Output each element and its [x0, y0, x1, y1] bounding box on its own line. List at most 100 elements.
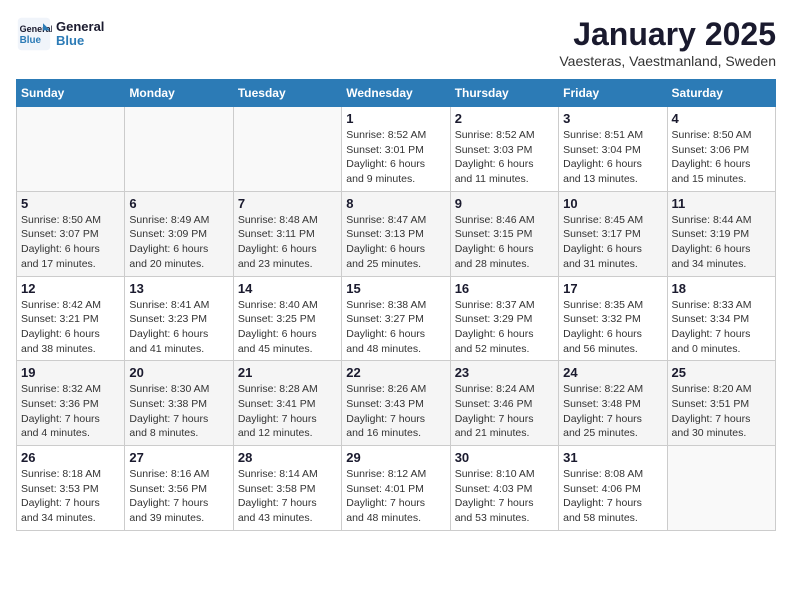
day-info: Sunrise: 8:41 AMSunset: 3:23 PMDaylight:…: [129, 298, 228, 357]
calendar-day-4: 4 Sunrise: 8:50 AMSunset: 3:06 PMDaylight…: [667, 107, 775, 192]
day-info: Sunrise: 8:16 AMSunset: 3:56 PMDaylight:…: [129, 467, 228, 526]
day-number: 5: [21, 196, 120, 211]
day-number: 12: [21, 281, 120, 296]
calendar-day-13: 13 Sunrise: 8:41 AMSunset: 3:23 PMDayligh…: [125, 276, 233, 361]
day-number: 3: [563, 111, 662, 126]
calendar-day-8: 8 Sunrise: 8:47 AMSunset: 3:13 PMDaylight…: [342, 191, 450, 276]
calendar-empty-cell: [667, 446, 775, 531]
day-number: 7: [238, 196, 337, 211]
day-number: 20: [129, 365, 228, 380]
day-info: Sunrise: 8:37 AMSunset: 3:29 PMDaylight:…: [455, 298, 554, 357]
day-info: Sunrise: 8:52 AMSunset: 3:03 PMDaylight:…: [455, 128, 554, 187]
calendar-day-11: 11 Sunrise: 8:44 AMSunset: 3:19 PMDayligh…: [667, 191, 775, 276]
month-title: January 2025: [559, 16, 776, 53]
day-info: Sunrise: 8:52 AMSunset: 3:01 PMDaylight:…: [346, 128, 445, 187]
calendar-week-row: 19 Sunrise: 8:32 AMSunset: 3:36 PMDayligh…: [17, 361, 776, 446]
calendar-day-17: 17Sunrise: 8:35 AMSunset: 3:32 PMDayligh…: [559, 276, 667, 361]
day-info: Sunrise: 8:38 AMSunset: 3:27 PMDaylight:…: [346, 298, 445, 357]
calendar-day-10: 10Sunrise: 8:45 AMSunset: 3:17 PMDayligh…: [559, 191, 667, 276]
day-info: Sunrise: 8:08 AMSunset: 4:06 PMDaylight:…: [563, 467, 662, 526]
day-number: 16: [455, 281, 554, 296]
calendar-day-24: 24 Sunrise: 8:22 AMSunset: 3:48 PMDayligh…: [559, 361, 667, 446]
day-info: Sunrise: 8:44 AMSunset: 3:19 PMDaylight:…: [672, 213, 771, 272]
weekday-header-sunday: Sunday: [17, 80, 125, 107]
day-info: Sunrise: 8:50 AMSunset: 3:06 PMDaylight:…: [672, 128, 771, 187]
day-info: Sunrise: 8:42 AMSunset: 3:21 PMDaylight:…: [21, 298, 120, 357]
day-info: Sunrise: 8:14 AMSunset: 3:58 PMDaylight:…: [238, 467, 337, 526]
calendar-day-30: 30 Sunrise: 8:10 AMSunset: 4:03 PMDayligh…: [450, 446, 558, 531]
day-info: Sunrise: 8:33 AMSunset: 3:34 PMDaylight:…: [672, 298, 771, 357]
page-header: General Blue General Blue January 2025 V…: [16, 16, 776, 69]
calendar-day-29: 29Sunrise: 8:12 AMSunset: 4:01 PMDayligh…: [342, 446, 450, 531]
day-number: 18: [672, 281, 771, 296]
calendar-day-16: 16 Sunrise: 8:37 AMSunset: 3:29 PMDayligh…: [450, 276, 558, 361]
day-number: 30: [455, 450, 554, 465]
day-number: 22: [346, 365, 445, 380]
calendar-week-row: 26 Sunrise: 8:18 AMSunset: 3:53 PMDayligh…: [17, 446, 776, 531]
calendar-empty-cell: [17, 107, 125, 192]
day-info: Sunrise: 8:47 AMSunset: 3:13 PMDaylight:…: [346, 213, 445, 272]
day-info: Sunrise: 8:20 AMSunset: 3:51 PMDaylight:…: [672, 382, 771, 441]
day-info: Sunrise: 8:26 AMSunset: 3:43 PMDaylight:…: [346, 382, 445, 441]
day-number: 31: [563, 450, 662, 465]
day-info: Sunrise: 8:51 AMSunset: 3:04 PMDaylight:…: [563, 128, 662, 187]
day-number: 2: [455, 111, 554, 126]
calendar-day-21: 21Sunrise: 8:28 AMSunset: 3:41 PMDayligh…: [233, 361, 341, 446]
calendar-day-28: 28 Sunrise: 8:14 AMSunset: 3:58 PMDayligh…: [233, 446, 341, 531]
day-number: 26: [21, 450, 120, 465]
calendar-day-26: 26 Sunrise: 8:18 AMSunset: 3:53 PMDayligh…: [17, 446, 125, 531]
day-info: Sunrise: 8:49 AMSunset: 3:09 PMDaylight:…: [129, 213, 228, 272]
day-info: Sunrise: 8:40 AMSunset: 3:25 PMDaylight:…: [238, 298, 337, 357]
calendar-day-25: 25 Sunrise: 8:20 AMSunset: 3:51 PMDayligh…: [667, 361, 775, 446]
day-number: 13: [129, 281, 228, 296]
calendar-day-7: 7 Sunrise: 8:48 AMSunset: 3:11 PMDaylight…: [233, 191, 341, 276]
calendar-empty-cell: [233, 107, 341, 192]
calendar-day-3: 3 Sunrise: 8:51 AMSunset: 3:04 PMDaylight…: [559, 107, 667, 192]
weekday-header-row: SundayMondayTuesdayWednesdayThursdayFrid…: [17, 80, 776, 107]
calendar-day-14: 14 Sunrise: 8:40 AMSunset: 3:25 PMDayligh…: [233, 276, 341, 361]
calendar-table: SundayMondayTuesdayWednesdayThursdayFrid…: [16, 79, 776, 531]
day-number: 28: [238, 450, 337, 465]
day-info: Sunrise: 8:18 AMSunset: 3:53 PMDaylight:…: [21, 467, 120, 526]
calendar-empty-cell: [125, 107, 233, 192]
day-number: 19: [21, 365, 120, 380]
day-number: 27: [129, 450, 228, 465]
day-number: 14: [238, 281, 337, 296]
weekday-header-monday: Monday: [125, 80, 233, 107]
day-number: 11: [672, 196, 771, 211]
day-info: Sunrise: 8:30 AMSunset: 3:38 PMDaylight:…: [129, 382, 228, 441]
day-number: 1: [346, 111, 445, 126]
day-number: 25: [672, 365, 771, 380]
day-number: 6: [129, 196, 228, 211]
day-number: 8: [346, 196, 445, 211]
calendar-day-1: 1 Sunrise: 8:52 AMSunset: 3:01 PMDaylight…: [342, 107, 450, 192]
weekday-header-tuesday: Tuesday: [233, 80, 341, 107]
calendar-day-23: 23Sunrise: 8:24 AMSunset: 3:46 PMDayligh…: [450, 361, 558, 446]
title-block: January 2025 Vaesteras, Vaestmanland, Sw…: [559, 16, 776, 69]
logo-text-line1: General: [56, 20, 104, 34]
calendar-week-row: 12 Sunrise: 8:42 AMSunset: 3:21 PMDayligh…: [17, 276, 776, 361]
day-number: 21: [238, 365, 337, 380]
svg-text:Blue: Blue: [20, 35, 42, 46]
logo-icon: General Blue: [16, 16, 52, 52]
day-number: 24: [563, 365, 662, 380]
day-info: Sunrise: 8:50 AMSunset: 3:07 PMDaylight:…: [21, 213, 120, 272]
calendar-day-22: 22 Sunrise: 8:26 AMSunset: 3:43 PMDayligh…: [342, 361, 450, 446]
logo: General Blue General Blue: [16, 16, 104, 52]
day-number: 4: [672, 111, 771, 126]
calendar-day-27: 27 Sunrise: 8:16 AMSunset: 3:56 PMDayligh…: [125, 446, 233, 531]
day-info: Sunrise: 8:24 AMSunset: 3:46 PMDaylight:…: [455, 382, 554, 441]
weekday-header-friday: Friday: [559, 80, 667, 107]
weekday-header-saturday: Saturday: [667, 80, 775, 107]
day-info: Sunrise: 8:22 AMSunset: 3:48 PMDaylight:…: [563, 382, 662, 441]
day-info: Sunrise: 8:32 AMSunset: 3:36 PMDaylight:…: [21, 382, 120, 441]
calendar-day-5: 5 Sunrise: 8:50 AMSunset: 3:07 PMDaylight…: [17, 191, 125, 276]
day-number: 15: [346, 281, 445, 296]
calendar-week-row: 5 Sunrise: 8:50 AMSunset: 3:07 PMDaylight…: [17, 191, 776, 276]
day-info: Sunrise: 8:10 AMSunset: 4:03 PMDaylight:…: [455, 467, 554, 526]
day-number: 9: [455, 196, 554, 211]
calendar-week-row: 1 Sunrise: 8:52 AMSunset: 3:01 PMDaylight…: [17, 107, 776, 192]
calendar-day-18: 18 Sunrise: 8:33 AMSunset: 3:34 PMDayligh…: [667, 276, 775, 361]
logo-text-line2: Blue: [56, 34, 104, 48]
day-info: Sunrise: 8:48 AMSunset: 3:11 PMDaylight:…: [238, 213, 337, 272]
